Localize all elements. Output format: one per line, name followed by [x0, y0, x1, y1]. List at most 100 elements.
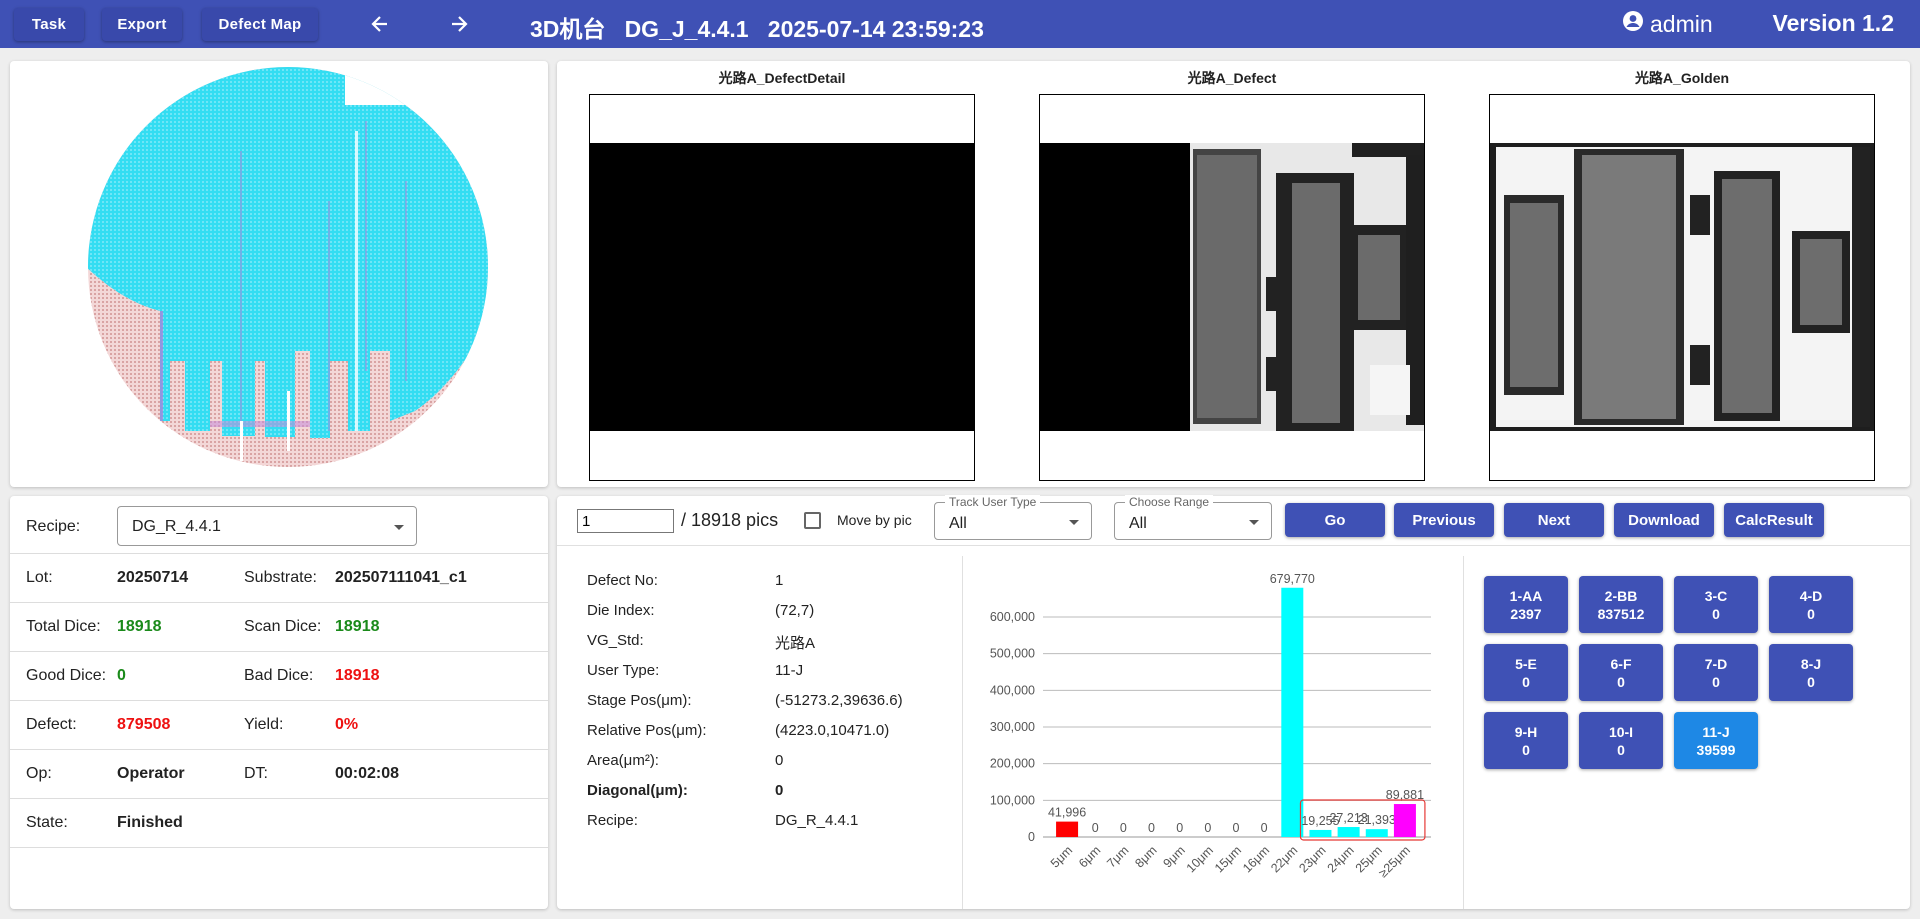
category-count: 0 — [1712, 605, 1720, 622]
defect-field-label: VG_Std: — [587, 632, 644, 649]
caret-down-icon — [394, 525, 404, 530]
recipe-label: Recipe: — [26, 518, 81, 535]
bad-dice-value: 18918 — [335, 667, 380, 684]
page-number-input[interactable] — [577, 509, 674, 533]
x-tick-label: 23μm — [1296, 843, 1328, 875]
category-label: 10-I — [1608, 723, 1634, 740]
download-button[interactable]: Download — [1614, 503, 1714, 537]
previous-button[interactable]: Previous — [1394, 503, 1494, 537]
next-button[interactable]: Next — [1504, 503, 1604, 537]
category-label: 1-AA — [1509, 587, 1543, 604]
account-circle-icon — [1622, 10, 1644, 38]
choose-range-value: All — [1129, 515, 1147, 532]
move-by-pic-checkbox[interactable] — [804, 512, 821, 529]
defect-detail-title: 光路A_DefectDetail — [718, 70, 846, 86]
category-count: 0 — [1522, 741, 1530, 758]
category-button-3-c[interactable]: 3-C 0 — [1674, 576, 1758, 633]
bar — [1393, 804, 1416, 837]
bar — [1337, 827, 1360, 837]
defect-label: Defect: — [26, 716, 77, 733]
state-row: State: Finished — [10, 799, 548, 848]
page-title: 3D机台 DG_J_4.4.1 2025-07-14 23:59:23 — [530, 16, 984, 42]
lot-row: Lot: 20250714 Substrate: 202507111041_c1 — [10, 554, 548, 603]
arrow-right-icon[interactable] — [444, 10, 474, 38]
category-button-7-d[interactable]: 7-D 0 — [1674, 644, 1758, 701]
y-tick-label: 100,000 — [990, 793, 1035, 807]
track-user-type-value: All — [949, 515, 967, 532]
x-tick-label: 16μm — [1240, 843, 1272, 875]
divider — [1463, 556, 1464, 909]
top-app-bar: Task Export Defect Map 3D机台 DG_J_4.4.1 2… — [0, 0, 1920, 48]
category-label: 6-F — [1610, 655, 1632, 672]
category-button-1-aa[interactable]: 1-AA 2397 — [1484, 576, 1568, 633]
username: admin — [1650, 10, 1713, 37]
category-count: 0 — [1712, 673, 1720, 690]
category-count: 0 — [1617, 741, 1625, 758]
category-label: 8-J — [1800, 655, 1822, 672]
golden-image-title: 光路A_Golden — [1634, 70, 1730, 86]
scan-dice-value: 18918 — [335, 618, 380, 635]
dt-label: DT: — [244, 765, 268, 782]
defect-map-button[interactable]: Defect Map — [202, 8, 318, 41]
defect-size-histogram[interactable]: 0 100,000 200,000 300,000 400,000 500,000 600,… — [963, 556, 1463, 896]
x-tick-label: 5μm — [1048, 843, 1075, 870]
bar — [1056, 821, 1079, 837]
y-tick-label: 500,000 — [990, 647, 1035, 661]
op-value: Operator — [117, 765, 185, 782]
lot-label: Lot: — [26, 569, 53, 586]
category-button-8-j[interactable]: 8-J 0 — [1769, 644, 1853, 701]
defect-field-value: 光路A — [775, 635, 816, 652]
x-tick-label: 10μm — [1184, 843, 1216, 875]
category-count: 0 — [1807, 673, 1815, 690]
calc-result-button[interactable]: CalcResult — [1724, 503, 1824, 537]
defect-field-value: DG_R_4.4.1 — [775, 812, 859, 829]
wafer-map[interactable] — [10, 61, 548, 487]
defect-field-label: Diagonal(μm): — [587, 782, 688, 799]
defect-detail-image[interactable] — [589, 94, 975, 481]
x-tick-label: ≥25μm — [1376, 843, 1413, 880]
arrow-left-icon[interactable] — [365, 10, 395, 38]
y-tick-label: 200,000 — [990, 757, 1035, 771]
defect-field-label: Defect No: — [587, 572, 658, 589]
category-button-6-f[interactable]: 6-F 0 — [1579, 644, 1663, 701]
user-menu[interactable]: admin — [1622, 10, 1713, 38]
move-by-pic-label: Move by pic — [837, 512, 912, 528]
bad-dice-label: Bad Dice: — [244, 667, 314, 684]
category-button-11-j[interactable]: 11-J 39599 — [1674, 712, 1758, 769]
bar-value-label: 0 — [1120, 821, 1127, 835]
choose-range-select[interactable]: Choose Range All — [1114, 495, 1272, 540]
category-button-4-d[interactable]: 4-D 0 — [1769, 576, 1853, 633]
bar-value-label: 0 — [1204, 821, 1211, 835]
y-tick-label: 400,000 — [990, 683, 1035, 697]
golden-image[interactable] — [1489, 94, 1875, 481]
defect-field-value: (-51273.2,39636.6) — [775, 692, 903, 709]
page-total: / 18918 pics — [681, 510, 779, 530]
category-button-2-bb[interactable]: 2-BB 837512 — [1579, 576, 1663, 633]
defect-field-value: 0 — [775, 752, 784, 769]
yield-label: Yield: — [244, 716, 284, 733]
go-button[interactable]: Go — [1285, 503, 1385, 537]
good-dice-value: 0 — [117, 667, 126, 684]
total-dice-label: Total Dice: — [26, 618, 101, 635]
category-count: 0 — [1522, 673, 1530, 690]
recipe-select[interactable]: DG_R_4.4.1 — [117, 506, 417, 546]
defect-field-label: Die Index: — [587, 602, 655, 619]
bar-value-label: 0 — [1233, 821, 1240, 835]
defect-field-value: 0 — [775, 782, 784, 799]
track-user-type-select[interactable]: Track User Type All — [934, 495, 1092, 540]
defect-field-value: 11-J — [775, 662, 804, 679]
dice-row: Total Dice: 18918 Scan Dice: 18918 — [10, 603, 548, 652]
bar-value-label: 679,770 — [1270, 572, 1315, 586]
category-button-5-e[interactable]: 5-E 0 — [1484, 644, 1568, 701]
defect-value: 879508 — [117, 716, 171, 733]
caret-down-icon — [1249, 520, 1259, 525]
export-button[interactable]: Export — [102, 8, 182, 41]
category-label: 2-BB — [1604, 587, 1638, 604]
defect-image[interactable] — [1039, 94, 1425, 481]
category-button-9-h[interactable]: 9-H 0 — [1484, 712, 1568, 769]
category-button-10-i[interactable]: 10-I 0 — [1579, 712, 1663, 769]
category-count: 2397 — [1510, 605, 1542, 622]
task-button[interactable]: Task — [14, 8, 84, 41]
wafer-map-panel — [10, 61, 548, 487]
category-label: 9-H — [1514, 723, 1538, 740]
